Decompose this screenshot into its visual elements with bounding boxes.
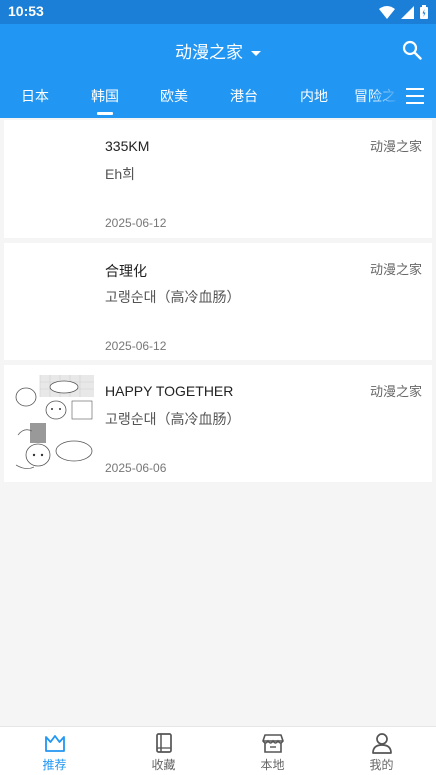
nav-label: 我的	[369, 758, 394, 772]
book-icon	[156, 733, 172, 753]
nav-favorites[interactable]: 收藏	[109, 727, 218, 775]
item-author: 고랭순대（高冷血肠）	[105, 411, 241, 427]
nav-recommend[interactable]: 推荐	[0, 727, 109, 775]
nav-profile[interactable]: 我的	[327, 727, 436, 775]
tab-indicator	[97, 112, 113, 115]
cover-image	[14, 130, 94, 228]
page-title: 动漫之家	[175, 43, 243, 63]
battery-icon	[420, 5, 428, 19]
tab-japan[interactable]: 日本	[5, 86, 65, 106]
item-source: 动漫之家	[369, 263, 422, 278]
item-title: 合理化	[105, 263, 147, 279]
tab-label: 欧美	[160, 89, 188, 105]
item-title: HAPPY TOGETHER	[105, 383, 234, 399]
system-icons	[379, 5, 428, 19]
list-item[interactable]: 335KM Eh희 2025-06-12 动漫之家	[4, 120, 432, 238]
tab-fade	[370, 78, 400, 118]
person-icon	[372, 733, 392, 754]
item-author: 고랭순대（高冷血肠）	[105, 289, 241, 305]
item-author: Eh희	[105, 166, 136, 182]
nav-label: 收藏	[151, 758, 176, 772]
list-item[interactable]: 合理化 고랭순대（高冷血肠） 2025-06-12 动漫之家	[4, 243, 432, 360]
tab-hk-tw[interactable]: 港台	[214, 86, 274, 106]
bottom-nav: 推荐 收藏 本地 我的	[0, 726, 436, 775]
source-selector[interactable]: 动漫之家	[0, 38, 436, 63]
signal-icon	[401, 5, 414, 19]
cover-image	[14, 375, 94, 473]
tab-korea[interactable]: 韩国	[75, 86, 135, 115]
tab-label: 日本	[21, 89, 49, 105]
status-time: 10:53	[8, 3, 44, 19]
search-icon[interactable]	[402, 40, 422, 60]
status-bar: 10:53	[0, 0, 436, 24]
item-source: 动漫之家	[369, 385, 422, 400]
cover-image	[14, 253, 94, 351]
tab-label: 韩国	[91, 89, 119, 105]
tab-western[interactable]: 欧美	[144, 86, 204, 106]
wifi-icon	[379, 5, 395, 19]
crown-icon	[45, 735, 65, 752]
tab-label: 内地	[300, 89, 328, 105]
nav-local[interactable]: 本地	[218, 727, 327, 775]
menu-icon[interactable]	[406, 88, 424, 104]
item-source: 动漫之家	[369, 140, 422, 155]
tab-mainland[interactable]: 内地	[284, 86, 344, 106]
item-date: 2025-06-06	[105, 461, 167, 475]
caret-down-icon	[251, 50, 261, 56]
store-icon	[262, 734, 284, 753]
item-date: 2025-06-12	[105, 216, 167, 230]
category-tabs: 日本 韩国 欧美 港台 内地 冒险之	[0, 78, 436, 118]
app-bar: 动漫之家	[0, 24, 436, 78]
item-date: 2025-06-12	[105, 339, 167, 353]
nav-label: 推荐	[42, 758, 67, 772]
list-item[interactable]: HAPPY TOGETHER 고랭순대（高冷血肠） 2025-06-06 动漫之…	[4, 365, 432, 482]
item-title: 335KM	[105, 138, 150, 154]
nav-label: 本地	[260, 758, 285, 772]
tab-label: 港台	[230, 89, 258, 105]
